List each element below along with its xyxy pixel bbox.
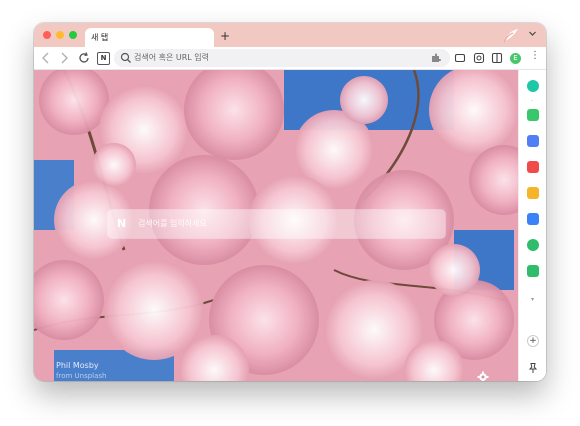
music-icon[interactable] — [527, 239, 539, 251]
sidebar: · ▾ + — [518, 70, 546, 381]
game-icon[interactable] — [527, 265, 539, 277]
photo-credit-source: from Unsplash — [56, 372, 107, 380]
search-icon — [120, 52, 131, 63]
sidebar-add-button[interactable]: + — [527, 335, 539, 347]
browser-window: 새 탭 + N 검색어 혹은 URL 입력 E ⋮ N 검색어를 입력하세요 P… — [34, 23, 546, 381]
new-tab-page: N 검색어를 입력하세요 Phil Mosby from Unsplash — [34, 70, 518, 381]
tab-list-chevron-icon[interactable] — [528, 29, 537, 38]
split-view-icon[interactable] — [491, 52, 503, 64]
pocket-icon[interactable] — [527, 161, 539, 173]
naver-logo-icon: N — [117, 217, 127, 230]
translate-icon[interactable] — [527, 213, 539, 225]
profile-avatar[interactable]: E — [510, 53, 521, 64]
sidebar-divider: · — [531, 98, 533, 105]
tab-decoration-icon — [503, 29, 518, 43]
calendar-icon[interactable] — [527, 135, 539, 147]
talk-icon[interactable] — [527, 109, 539, 121]
photo-credit-name[interactable]: Phil Mosby — [56, 361, 99, 370]
forward-icon[interactable] — [56, 50, 72, 66]
close-window-button[interactable] — [43, 31, 51, 39]
back-icon[interactable] — [38, 50, 54, 66]
minimize-window-button[interactable] — [56, 31, 64, 39]
whale-icon[interactable] — [527, 80, 539, 92]
search-placeholder: 검색어를 입력하세요 — [138, 219, 207, 228]
tab-capture-icon[interactable] — [454, 52, 466, 64]
maximize-window-button[interactable] — [69, 31, 77, 39]
settings-gear-icon[interactable] — [477, 371, 489, 381]
sidebar-more-icon[interactable]: ▾ — [531, 296, 534, 303]
address-bar-placeholder: 검색어 혹은 URL 입력 — [134, 53, 210, 62]
naver-home-button[interactable]: N — [97, 52, 110, 65]
screenshot-icon[interactable] — [473, 52, 485, 64]
pin-icon[interactable] — [527, 362, 539, 374]
new-tab-button[interactable]: + — [220, 28, 230, 44]
main-search-input[interactable]: N 검색어를 입력하세요 — [108, 210, 445, 238]
tab-new[interactable]: 새 탭 — [85, 28, 214, 47]
reload-icon[interactable] — [76, 50, 92, 66]
extension-puzzle-icon[interactable] — [430, 52, 442, 64]
tab-strip: 새 탭 + — [34, 23, 546, 47]
bookmark-star-icon[interactable] — [527, 187, 539, 199]
address-bar[interactable]: 검색어 혹은 URL 입력 — [114, 49, 450, 67]
tab-title: 새 탭 — [91, 33, 109, 42]
more-menu-button[interactable]: ⋮ — [530, 50, 540, 61]
toolbar: N 검색어 혹은 URL 입력 — [34, 47, 546, 70]
